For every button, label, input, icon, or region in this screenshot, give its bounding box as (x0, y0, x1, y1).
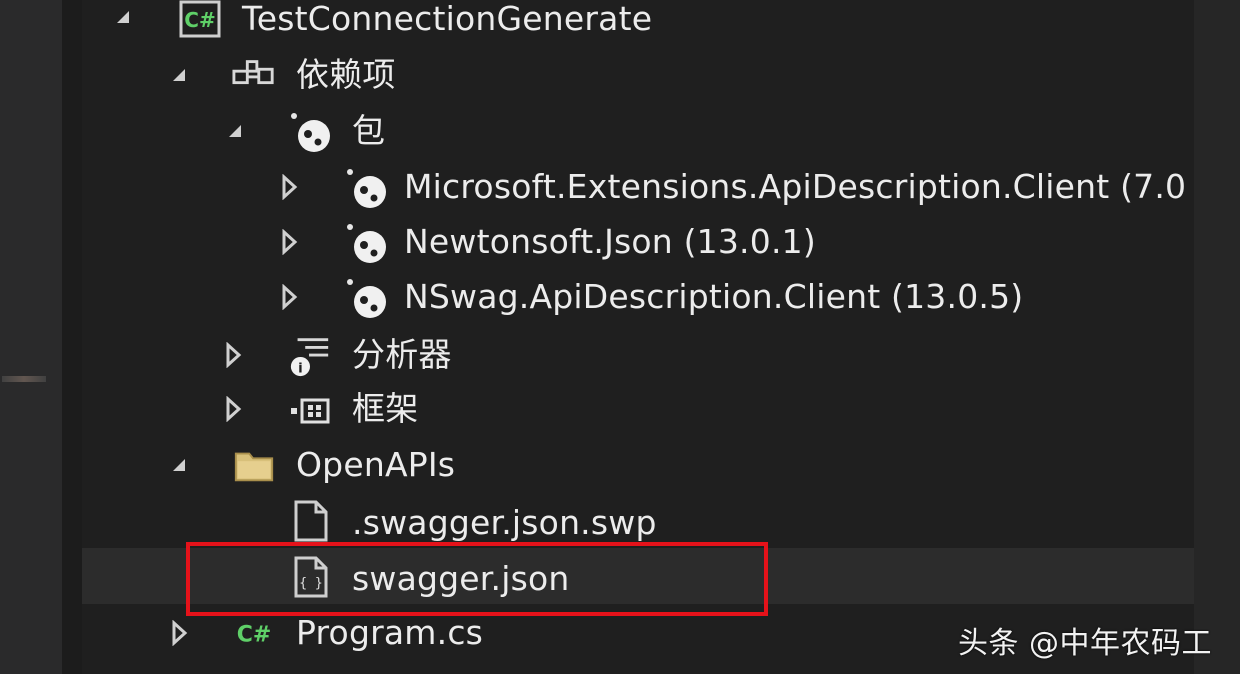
project-label: TestConnectionGenerate (242, 0, 653, 38)
collapse-arrow-icon[interactable] (276, 229, 302, 255)
expand-arrow-icon[interactable] (110, 4, 136, 30)
left-bar-mark (2, 376, 46, 382)
svg-text:i: i (298, 361, 303, 376)
package-label: NSwag.ApiDescription.Client (13.0.5) (404, 277, 1024, 316)
dependencies-label: 依赖项 (296, 55, 396, 94)
analyzers-label: 分析器 (352, 335, 452, 374)
collapse-arrow-icon[interactable] (220, 342, 246, 368)
panel-divider[interactable] (62, 0, 82, 674)
collapse-arrow-icon[interactable] (166, 620, 192, 646)
package-icon (344, 166, 388, 210)
left-activity-bar (0, 0, 62, 674)
folder-icon (232, 443, 276, 487)
analyzer-icon: i (288, 334, 332, 378)
csharp-badge: C# (237, 622, 272, 647)
dependencies-icon (232, 53, 276, 97)
package-icon (344, 276, 388, 320)
framework-icon (288, 388, 332, 432)
right-scroll-area[interactable] (1194, 0, 1240, 674)
packages-label: 包 (352, 111, 386, 150)
watermark-text: 头条 @中年农码工 (958, 626, 1213, 661)
openapis-folder-label: OpenAPIs (296, 445, 456, 484)
csharp-file-icon: C# (232, 611, 276, 655)
collapse-arrow-icon[interactable] (276, 284, 302, 310)
package-icon (288, 110, 332, 154)
package-label: Newtonsoft.Json (13.0.1) (404, 222, 816, 261)
expand-arrow-icon[interactable] (166, 452, 192, 478)
collapse-arrow-icon[interactable] (276, 174, 302, 200)
svg-text:C#: C# (184, 8, 215, 32)
expand-arrow-icon[interactable] (166, 62, 192, 88)
csharp-project-icon: C# (178, 0, 222, 41)
frameworks-label: 框架 (352, 389, 419, 428)
highlight-annotation-box (186, 542, 768, 616)
package-icon (344, 221, 388, 265)
expand-arrow-icon[interactable] (222, 118, 248, 144)
collapse-arrow-icon[interactable] (220, 396, 246, 422)
file-icon (288, 499, 332, 543)
package-label: Microsoft.Extensions.ApiDescription.Clie… (404, 167, 1187, 206)
